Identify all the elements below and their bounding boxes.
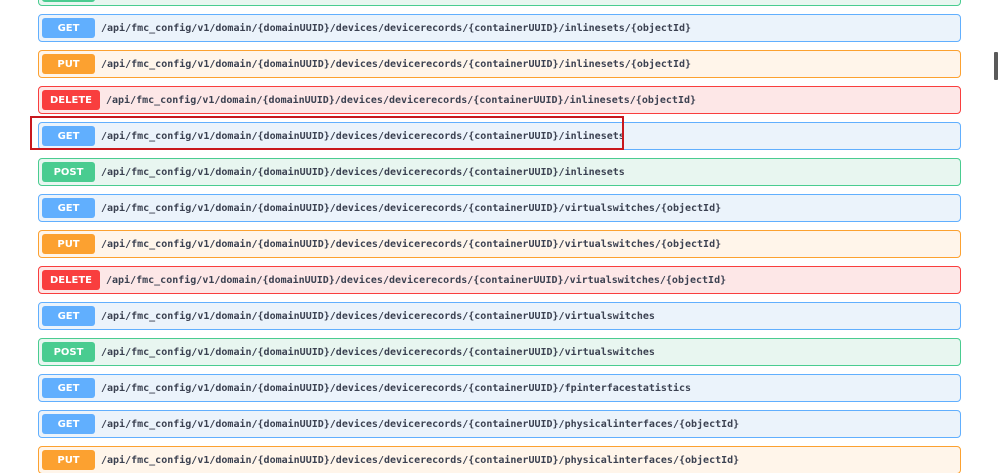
operation-path: /api/fmc_config/v1/domain/{domainUUID}/d… bbox=[101, 22, 692, 34]
operation-row-put[interactable]: PUT/api/fmc_config/v1/domain/{domainUUID… bbox=[38, 230, 961, 258]
operation-path: /api/fmc_config/v1/domain/{domainUUID}/d… bbox=[101, 310, 655, 322]
method-badge: DELETE bbox=[42, 90, 100, 110]
operation-row-post[interactable]: POST/api/fmc_config/v1/domain/{domainUUI… bbox=[38, 158, 961, 186]
method-badge: GET bbox=[42, 18, 95, 38]
operation-row-put[interactable]: PUT/api/fmc_config/v1/domain/{domainUUID… bbox=[38, 50, 961, 78]
operation-row-post[interactable]: POST/api/fmc_config/v1/domain/{domainUUI… bbox=[38, 0, 961, 6]
operation-path: /api/fmc_config/v1/domain/{domainUUID}/d… bbox=[101, 130, 625, 142]
method-badge: DELETE bbox=[42, 270, 100, 290]
operation-path: /api/fmc_config/v1/domain/{domainUUID}/d… bbox=[101, 346, 655, 358]
method-badge: GET bbox=[42, 198, 95, 218]
method-badge: GET bbox=[42, 414, 95, 434]
method-badge: POST bbox=[42, 342, 95, 362]
operation-row-get[interactable]: GET/api/fmc_config/v1/domain/{domainUUID… bbox=[38, 410, 961, 438]
method-badge: GET bbox=[42, 126, 95, 146]
operation-path: /api/fmc_config/v1/domain/{domainUUID}/d… bbox=[101, 238, 722, 250]
operation-path: /api/fmc_config/v1/domain/{domainUUID}/d… bbox=[101, 418, 740, 430]
operation-row-get[interactable]: GET/api/fmc_config/v1/domain/{domainUUID… bbox=[38, 14, 961, 42]
api-docs-page: POST/api/fmc_config/v1/domain/{domainUUI… bbox=[0, 0, 998, 473]
operation-path: /api/fmc_config/v1/domain/{domainUUID}/d… bbox=[101, 382, 692, 394]
method-badge: GET bbox=[42, 306, 95, 326]
operation-path: /api/fmc_config/v1/domain/{domainUUID}/d… bbox=[106, 94, 697, 106]
operation-path: /api/fmc_config/v1/domain/{domainUUID}/d… bbox=[101, 58, 692, 70]
method-badge: PUT bbox=[42, 234, 95, 254]
operation-path: /api/fmc_config/v1/domain/{domainUUID}/d… bbox=[106, 274, 727, 286]
operations-list: POST/api/fmc_config/v1/domain/{domainUUI… bbox=[38, 0, 961, 473]
method-badge: POST bbox=[42, 162, 95, 182]
operation-path: /api/fmc_config/v1/domain/{domainUUID}/d… bbox=[101, 454, 740, 466]
operation-row-get[interactable]: GET/api/fmc_config/v1/domain/{domainUUID… bbox=[38, 194, 961, 222]
operation-path: /api/fmc_config/v1/domain/{domainUUID}/d… bbox=[101, 202, 722, 214]
method-badge: POST bbox=[42, 0, 95, 2]
operation-row-get[interactable]: GET/api/fmc_config/v1/domain/{domainUUID… bbox=[38, 374, 961, 402]
method-badge: GET bbox=[42, 378, 95, 398]
operation-row-delete[interactable]: DELETE/api/fmc_config/v1/domain/{domainU… bbox=[38, 86, 961, 114]
method-badge: PUT bbox=[42, 450, 95, 470]
operation-row-post[interactable]: POST/api/fmc_config/v1/domain/{domainUUI… bbox=[38, 338, 961, 366]
operation-row-delete[interactable]: DELETE/api/fmc_config/v1/domain/{domainU… bbox=[38, 266, 961, 294]
operation-row-put[interactable]: PUT/api/fmc_config/v1/domain/{domainUUID… bbox=[38, 446, 961, 473]
operation-row-get[interactable]: GET/api/fmc_config/v1/domain/{domainUUID… bbox=[38, 122, 961, 150]
operation-path: /api/fmc_config/v1/domain/{domainUUID}/d… bbox=[101, 166, 625, 178]
method-badge: PUT bbox=[42, 54, 95, 74]
operation-row-get[interactable]: GET/api/fmc_config/v1/domain/{domainUUID… bbox=[38, 302, 961, 330]
scrollbar-thumb[interactable] bbox=[994, 52, 998, 80]
